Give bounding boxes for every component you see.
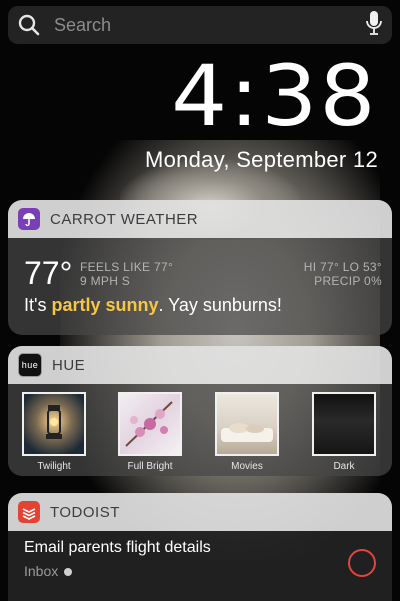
widget-header[interactable]: TODOIST — [8, 493, 392, 531]
scene-label: Movies — [231, 461, 263, 472]
clock-time: 4:38 — [171, 47, 378, 145]
hue-scenes: Twilight Full Bright Movies Dark — [8, 384, 392, 476]
current-temperature: 77° — [24, 255, 73, 291]
widget-title: TODOIST — [50, 503, 120, 521]
todoist-widget[interactable]: TODOIST Email parents flight details Inb… — [8, 493, 392, 601]
carrot-weather-icon — [18, 208, 40, 230]
hue-app-icon: hue — [18, 353, 42, 377]
project-dot-icon — [64, 568, 73, 577]
weather-summary: It's partly sunny. Yay sunburns! — [24, 295, 282, 315]
blossom-icon — [118, 392, 182, 456]
weather-summary-highlight: partly sunny — [51, 295, 159, 315]
hi-lo-block: HI 77° LO 53° PRECIP 0% — [304, 260, 382, 288]
task-project: Inbox — [24, 563, 73, 579]
widget-title: CARROT WEATHER — [50, 210, 199, 228]
dark-scene-icon — [312, 392, 376, 456]
weather-body: 77° FEELS LIKE 77° 9 MPH S HI 77° LO 53°… — [8, 238, 392, 335]
widget-header[interactable]: hue HUE — [8, 346, 392, 384]
hi-lo: HI 77° LO 53° — [303, 260, 382, 274]
clock-date: Monday, September 12 — [144, 147, 378, 172]
scene-label: Full Bright — [127, 461, 173, 472]
wind: 9 MPH S — [80, 274, 131, 288]
hue-widget[interactable]: hue HUE Twilight Full Bright Movies Dark — [8, 346, 392, 476]
bed-icon — [215, 392, 279, 456]
task-title[interactable]: Email parents flight details — [24, 539, 211, 557]
carrot-weather-widget[interactable]: CARROT WEATHER 77° FEELS LIKE 77° 9 MPH … — [8, 200, 392, 335]
scene-label: Twilight — [37, 461, 71, 472]
widget-title: HUE — [52, 356, 86, 374]
feels-like-block: FEELS LIKE 77° 9 MPH S — [80, 260, 173, 288]
todoist-body: Email parents flight details Inbox — [8, 531, 392, 601]
scene-twilight[interactable]: Twilight — [22, 392, 86, 472]
scene-movies[interactable]: Movies — [215, 392, 279, 472]
search-bar[interactable]: Search — [8, 6, 392, 44]
todoist-icon — [18, 501, 40, 523]
scene-full-bright[interactable]: Full Bright — [118, 392, 182, 472]
scene-label: Dark — [333, 461, 355, 472]
microphone-icon[interactable] — [366, 10, 382, 41]
scene-dark[interactable]: Dark — [312, 392, 376, 472]
search-icon — [18, 14, 40, 36]
widget-header[interactable]: CARROT WEATHER — [8, 200, 392, 238]
search-input[interactable]: Search — [54, 15, 366, 36]
feels-like: FEELS LIKE 77° — [80, 260, 174, 274]
lantern-icon — [22, 392, 86, 456]
precipitation: PRECIP 0% — [314, 274, 382, 288]
complete-task-checkbox[interactable] — [348, 549, 376, 577]
